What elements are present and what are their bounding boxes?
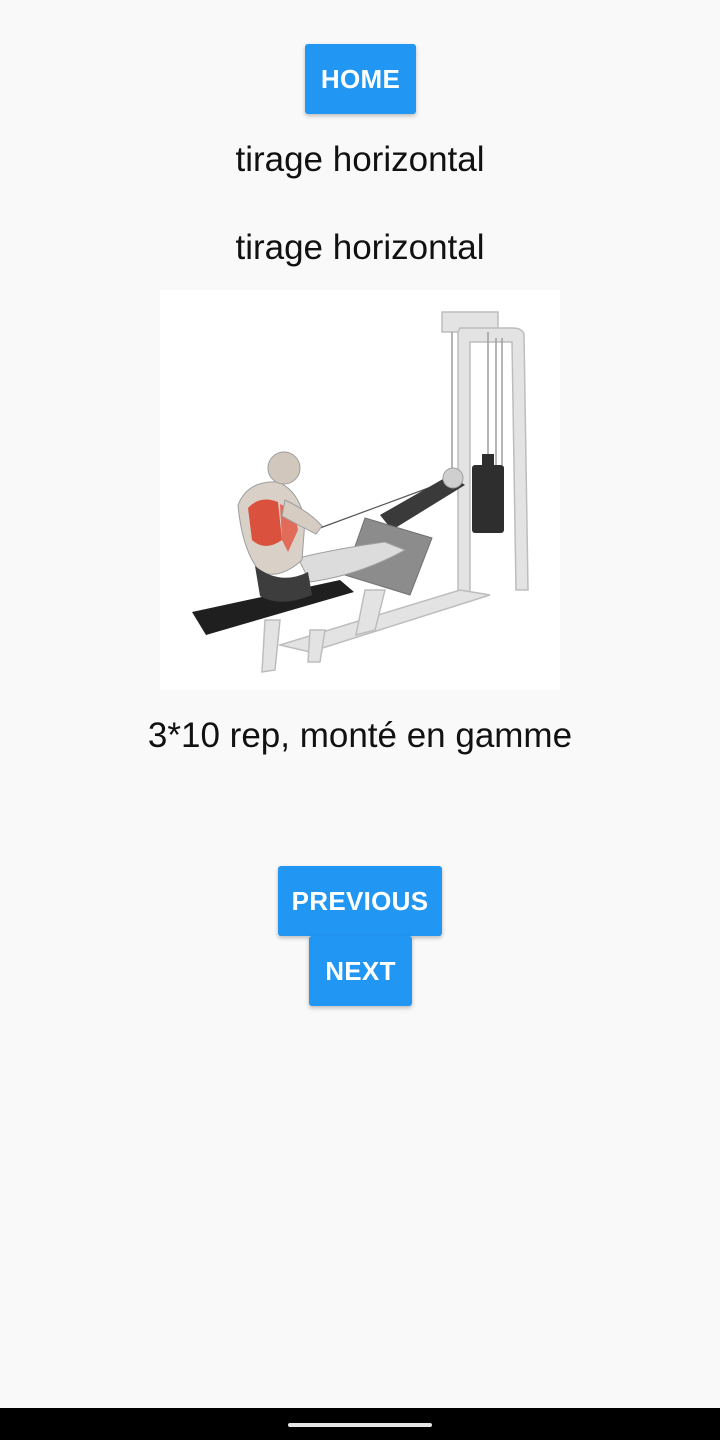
system-navigation-bar: [0, 1408, 720, 1440]
previous-button[interactable]: PREVIOUS: [278, 866, 442, 936]
exercise-title: tirage horizontal: [235, 140, 485, 179]
next-button[interactable]: NEXT: [309, 936, 412, 1006]
exercise-screen: HOME tirage horizontal tirage horizontal: [0, 0, 720, 1440]
seated-cable-row-illustration: [192, 311, 529, 673]
home-button[interactable]: HOME: [305, 44, 416, 114]
exercise-instructions: 3*10 rep, monté en gamme: [147, 716, 573, 755]
exercise-subtitle: tirage horizontal: [235, 228, 485, 267]
home-indicator[interactable]: [288, 1423, 432, 1427]
exercise-image: [160, 290, 560, 690]
